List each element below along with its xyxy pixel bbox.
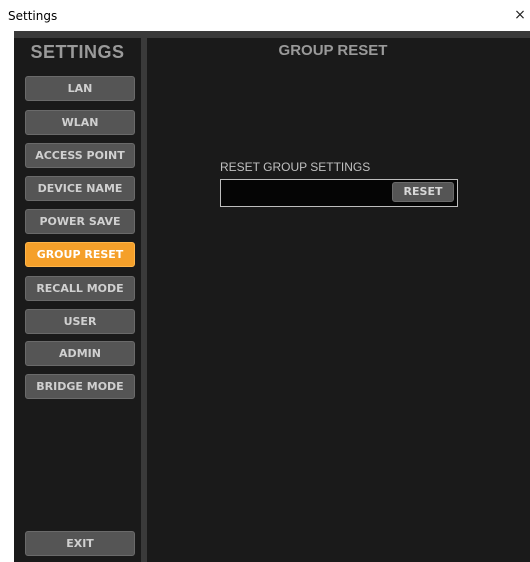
sidebar-item-bridge-mode[interactable]: BRIDGE MODE bbox=[25, 374, 135, 399]
sidebar-item-user[interactable]: USER bbox=[25, 309, 135, 334]
page-title: GROUP RESET bbox=[278, 42, 388, 59]
sidebar-item-power-save[interactable]: POWER SAVE bbox=[25, 209, 135, 234]
title-bar: Settings × bbox=[0, 0, 530, 31]
sidebar-item-lan[interactable]: LAN bbox=[25, 76, 135, 101]
sidebar-heading: SETTINGS bbox=[30, 42, 125, 62]
reset-group-settings-label: RESET GROUP SETTINGS bbox=[220, 160, 371, 174]
sidebar-item-access-point[interactable]: ACCESS POINT bbox=[25, 143, 135, 168]
sidebar-item-admin[interactable]: ADMIN bbox=[25, 341, 135, 366]
close-icon[interactable]: × bbox=[512, 6, 528, 24]
sidebar-item-device-name[interactable]: DEVICE NAME bbox=[25, 176, 135, 201]
window-title: Settings bbox=[8, 9, 58, 23]
exit-button[interactable]: EXIT bbox=[25, 531, 135, 556]
reset-button[interactable]: RESET bbox=[392, 182, 454, 202]
sidebar-item-group-reset[interactable]: GROUP RESET bbox=[25, 242, 135, 267]
main-panel: GROUP RESET bbox=[147, 38, 530, 562]
sidebar-item-recall-mode[interactable]: RECALL MODE bbox=[25, 276, 135, 301]
sidebar-item-wlan[interactable]: WLAN bbox=[25, 110, 135, 135]
